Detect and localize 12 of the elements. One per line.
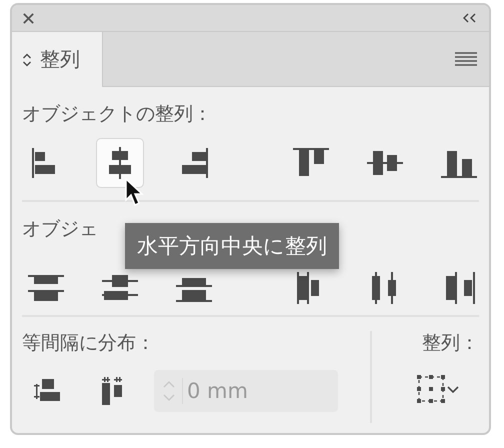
section-label: 整列： bbox=[422, 331, 479, 355]
align-hcenter-button[interactable] bbox=[96, 138, 144, 188]
section-label: 等間隔に分布： bbox=[22, 331, 156, 355]
section-label: オブジェクトの整列： bbox=[22, 102, 213, 126]
cursor-icon bbox=[125, 178, 145, 208]
tab-label: 整列 bbox=[40, 46, 80, 73]
section-label: オブジェ bbox=[22, 217, 99, 241]
panel-tab[interactable]: 整列 bbox=[12, 32, 103, 87]
menu-icon[interactable] bbox=[455, 52, 477, 66]
collapse-icon[interactable] bbox=[463, 13, 477, 23]
close-icon[interactable] bbox=[22, 12, 35, 24]
tooltip: 水平方向中央に整列 bbox=[125, 223, 339, 269]
